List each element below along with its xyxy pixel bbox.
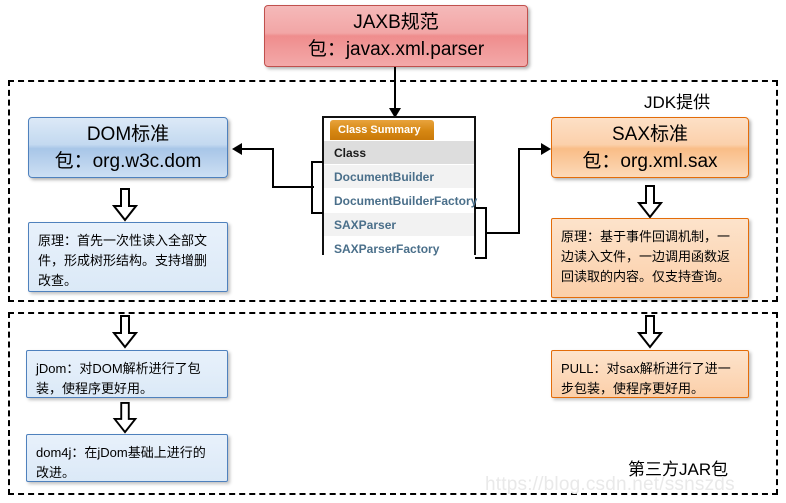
class-summary-row-saxparser[interactable]: SAXParser	[324, 212, 474, 236]
dom-standard-line2: 包：org.w3c.dom	[54, 150, 202, 172]
block-arrow-jdom-to-dom4j	[112, 402, 138, 434]
region-jdk-provided-label: JDK提供	[644, 93, 711, 112]
watermark: https://blog.csdn.net/ssnszds	[485, 474, 735, 495]
dom4j-note: dom4j：在jDom基础上进行的改进。	[26, 434, 228, 482]
connector-sax-vertical	[518, 148, 520, 234]
connector-dom-horizontal-lower	[272, 186, 314, 188]
connector-dom-vertical	[272, 148, 274, 188]
jaxb-spec-line2: 包：javax.xml.parser	[307, 39, 485, 60]
diagram-canvas: JDK提供 第三方JAR包 https://blog.csdn.net/ssns…	[0, 0, 786, 503]
block-arrow-dom-to-jdom	[112, 315, 138, 349]
jaxb-spec-line1: JAXB规范	[353, 12, 439, 33]
dom4j-text: dom4j：在jDom基础上进行的改进。	[36, 445, 206, 480]
class-summary-table: Class Summary Class DocumentBuilder Docu…	[322, 116, 477, 260]
connector-dom-horizontal-upper	[242, 148, 274, 150]
sax-principle-note: 原理：基于事件回调机制，一边读入文件，一边调用函数返回读取的内容。仅支持查询。	[551, 218, 749, 298]
sax-principle-text: 原理：基于事件回调机制，一边读入文件，一边调用函数返回读取的内容。仅支持查询。	[561, 229, 731, 284]
dom-standard-box: DOM标准 包：org.w3c.dom	[28, 117, 228, 178]
dom-standard-line1: DOM标准	[86, 123, 170, 145]
jdom-text: jDom：对DOM解析进行了包装，使程序更好用。	[36, 361, 201, 396]
class-summary-row-documentbuilder[interactable]: DocumentBuilder	[324, 164, 474, 188]
class-summary-row-documentbuilderfactory[interactable]: DocumentBuilderFactory	[324, 188, 477, 212]
jaxb-spec-box: JAXB规范 包：javax.xml.parser	[264, 5, 528, 67]
sax-standard-line2: 包：org.xml.sax	[582, 150, 718, 172]
arrow-head-right-sax	[541, 143, 551, 155]
arrow-head-left-dom	[232, 143, 242, 155]
jdom-note: jDom：对DOM解析进行了包装，使程序更好用。	[26, 350, 228, 398]
sax-standard-line1: SAX标准	[611, 123, 689, 145]
dom-principle-text: 原理：首先一次性读入全部文件，形成树形结构。支持增删改查。	[38, 233, 208, 288]
block-arrow-sax-to-pull	[637, 315, 663, 349]
connector-jaxb-to-classsummary	[394, 67, 396, 111]
connector-sax-horizontal-upper	[518, 148, 542, 150]
class-summary-row-saxparserfactory[interactable]: SAXParserFactory	[324, 236, 474, 260]
sax-standard-box: SAX标准 包：org.xml.sax	[551, 117, 749, 178]
class-summary-header-class: Class	[324, 140, 474, 164]
block-arrow-sax-to-principle	[637, 185, 663, 219]
class-summary-tab[interactable]: Class Summary	[330, 120, 434, 140]
pull-text: PULL：对sax解析进行了进一步包装，使程序更好用。	[561, 361, 731, 396]
connector-sax-horizontal-lower	[485, 232, 520, 234]
dom-principle-note: 原理：首先一次性读入全部文件，形成树形结构。支持增删改查。	[28, 222, 228, 292]
pull-note: PULL：对sax解析进行了进一步包装，使程序更好用。	[551, 350, 749, 398]
block-arrow-dom-to-principle	[112, 188, 138, 222]
class-summary-tab-row: Class Summary	[324, 118, 474, 140]
